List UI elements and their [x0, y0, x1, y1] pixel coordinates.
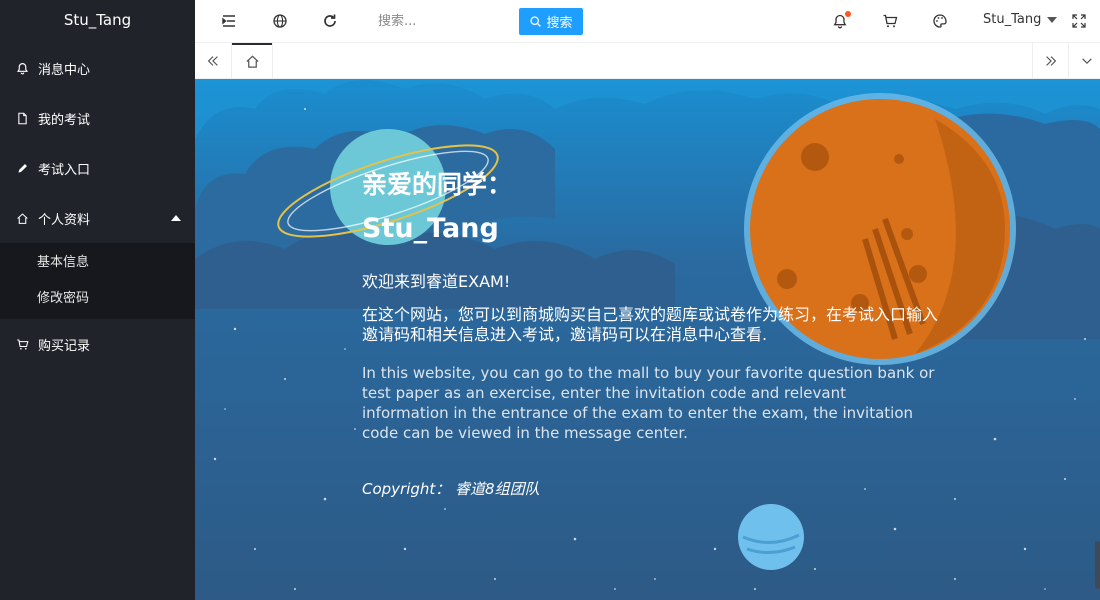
caret-up-icon	[171, 215, 181, 221]
sidebar-item-exam-entrance[interactable]: 考试入口	[0, 143, 195, 193]
sidebar-item-my-exams[interactable]: 我的考试	[0, 93, 195, 143]
tabs-scroll-left-icon[interactable]	[195, 43, 231, 79]
description-chinese: 在这个网站，您可以到商城购买自己喜欢的题库或试卷作为练习，在考试入口输入邀请码和…	[362, 305, 939, 344]
main-content: 亲爱的同学： Stu_Tang 欢迎来到睿道EXAM! 在这个网站，您可以到商城…	[195, 79, 1100, 600]
fullscreen-icon[interactable]	[1069, 11, 1089, 31]
document-icon	[15, 111, 29, 125]
user-menu[interactable]: Stu_Tang	[983, 12, 1058, 27]
submenu-item-change-password[interactable]: 修改密码	[0, 281, 195, 317]
search-input[interactable]	[378, 9, 508, 34]
greeting-heading: 亲爱的同学：	[362, 170, 513, 199]
user-menu-name: Stu_Tang	[983, 12, 1042, 27]
sidebar-item-label: 我的考试	[38, 112, 91, 128]
menu-toggle-icon[interactable]	[219, 11, 239, 31]
home-icon	[15, 211, 29, 225]
sidebar-brand: Stu_Tang	[0, 0, 195, 43]
top-header: 搜索 Stu_Tang	[195, 0, 1100, 43]
notification-badge	[845, 11, 851, 17]
notification-bell-icon[interactable]	[830, 11, 851, 31]
description-english: In this website, you can go to the mall …	[362, 364, 935, 442]
username-heading: Stu_Tang	[362, 213, 499, 244]
sidebar-item-label: 消息中心	[38, 62, 91, 78]
cart-icon	[15, 337, 29, 351]
sidebar-item-label: 个人资料	[38, 212, 91, 228]
globe-icon[interactable]	[270, 11, 290, 31]
pencil-icon	[15, 161, 29, 175]
sidebar: Stu_Tang 消息中心 我的考试 考试入口 个人资料 基本信息 修改密码 购…	[0, 0, 195, 600]
sidebar-item-label: 购买记录	[38, 338, 91, 354]
tab-home[interactable]	[231, 43, 273, 79]
tabs-dropdown-icon[interactable]	[1068, 43, 1100, 79]
shopping-cart-icon[interactable]	[880, 11, 900, 31]
sidebar-item-message-center[interactable]: 消息中心	[0, 43, 195, 93]
sidebar-item-profile[interactable]: 个人资料	[0, 193, 195, 243]
profile-submenu: 基本信息 修改密码	[0, 243, 195, 319]
tabs-scroll-right-icon[interactable]	[1032, 43, 1068, 79]
app-root: Stu_Tang 消息中心 我的考试 考试入口 个人资料 基本信息 修改密码 购…	[0, 0, 1100, 600]
welcome-text: 欢迎来到睿道EXAM!	[362, 272, 511, 291]
caret-down-icon	[1047, 16, 1058, 23]
search-button-label: 搜索	[546, 16, 573, 31]
bell-icon	[15, 61, 29, 75]
scrollbar-handle[interactable]	[1095, 541, 1100, 589]
theme-palette-icon[interactable]	[930, 11, 950, 31]
refresh-icon[interactable]	[320, 11, 340, 31]
submenu-item-basic-info[interactable]: 基本信息	[0, 245, 195, 281]
home-icon	[245, 55, 259, 68]
copyright-text: Copyright： 睿道8组团队	[362, 480, 540, 498]
search-button[interactable]: 搜索	[519, 8, 583, 35]
tab-bar	[195, 43, 1100, 79]
search-icon	[530, 16, 542, 27]
sidebar-item-label: 考试入口	[38, 162, 91, 178]
sidebar-item-purchase-records[interactable]: 购买记录	[0, 319, 195, 369]
